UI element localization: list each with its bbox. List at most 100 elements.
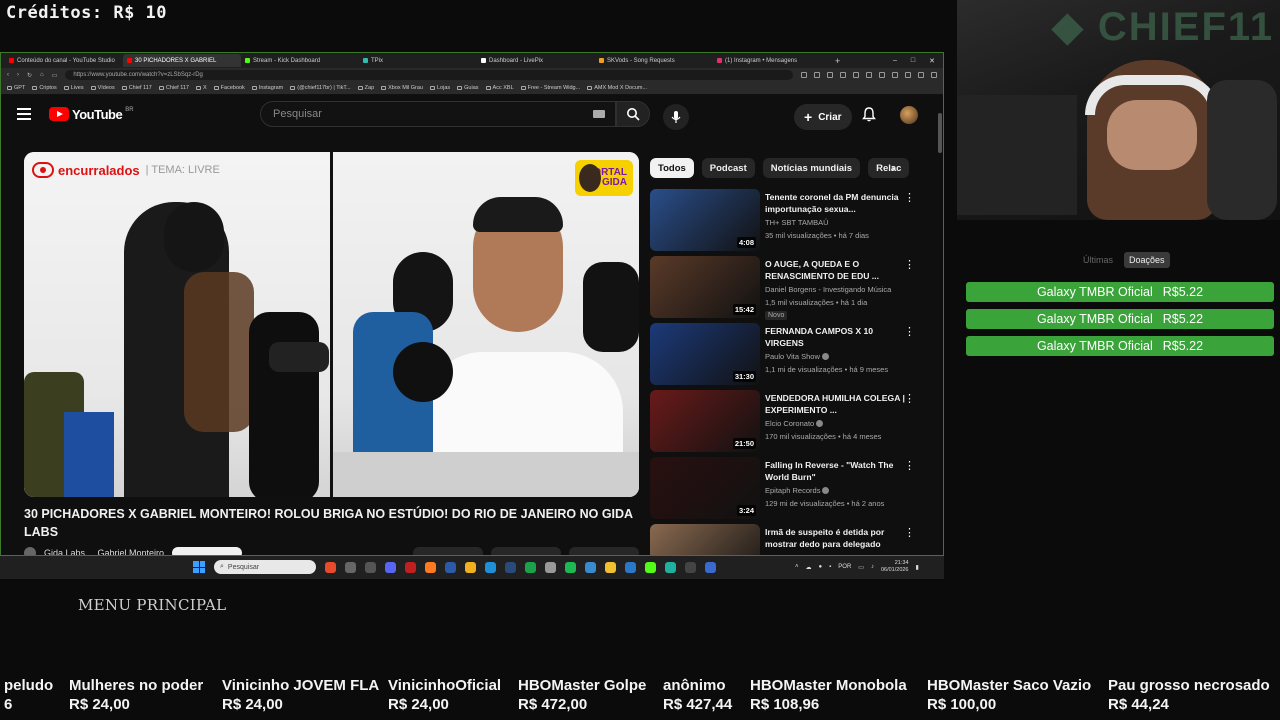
notifications-bell-icon[interactable]	[862, 107, 876, 125]
app-icon[interactable]	[705, 561, 716, 573]
more-options-icon[interactable]: ⋮	[904, 258, 915, 271]
more-options-icon[interactable]: ⋮	[904, 392, 915, 405]
task-view-icon[interactable]	[345, 561, 356, 573]
video-thumbnail[interactable]: 15:42	[650, 256, 760, 318]
spotify-icon[interactable]	[565, 561, 576, 573]
voice-search-button[interactable]	[663, 104, 689, 130]
steam-icon[interactable]	[505, 561, 516, 573]
recommendation-item[interactable]: Irmã de suspeito é detida por mostrar de…	[650, 524, 920, 555]
tab-ultimas[interactable]: Últimas	[1078, 252, 1118, 268]
recommendation-channel[interactable]: Elcio Coronato	[765, 419, 824, 428]
chevron-up-icon[interactable]: ˄	[795, 564, 799, 570]
app-icon[interactable]	[445, 561, 456, 573]
bookmark-item[interactable]: Xbox Mil Grau	[381, 85, 423, 91]
recommendation-item[interactable]: 15:42 O AUGE, A QUEDA E O RENASCIMENTO DE…	[650, 256, 920, 323]
like-button[interactable]	[413, 547, 483, 555]
app-icon[interactable]	[585, 561, 596, 573]
search-button[interactable]	[616, 101, 650, 127]
extension-icon[interactable]	[853, 72, 859, 78]
notification-icon[interactable]: ▮	[916, 564, 919, 571]
language-indicator[interactable]: POR	[838, 564, 851, 570]
extension-icon[interactable]	[918, 72, 924, 78]
recommendation-item[interactable]: 4:08 Tenente coronel da PM denuncia impor…	[650, 189, 920, 256]
youtube-logo[interactable]: YouTube BR	[49, 107, 134, 122]
more-options-icon[interactable]: ⋮	[904, 191, 915, 204]
video-thumbnail[interactable]	[650, 524, 760, 555]
recommendation-channel[interactable]: TH+ SBT TAMBAÚ	[765, 218, 829, 227]
browser-tab[interactable]: Dashboard - LivePix	[477, 54, 595, 67]
bookmark-item[interactable]: Free - Stream Widg...	[520, 85, 580, 91]
extension-icon[interactable]	[866, 72, 872, 78]
recommendation-channel[interactable]: Paulo Vita Show	[765, 352, 829, 361]
extension-icon[interactable]	[814, 72, 820, 78]
bookmark-icon[interactable]: ▭	[52, 72, 58, 79]
recommendation-item[interactable]: 31:30 FERNANDA CAMPOS X 10 VIRGENS Paulo V…	[650, 323, 920, 390]
recommendation-title[interactable]: FERNANDA CAMPOS X 10 VIRGENS	[765, 325, 905, 349]
app-icon[interactable]	[625, 561, 636, 573]
bookmark-item[interactable]: Guias	[457, 85, 479, 91]
app-icon[interactable]: ▪	[829, 564, 831, 570]
cloud-icon[interactable]: ☁	[806, 564, 812, 571]
extension-icon[interactable]	[801, 72, 807, 78]
extension-icon[interactable]	[879, 72, 885, 78]
clock[interactable]: 21:34 06/01/2026	[881, 560, 909, 574]
channel-name[interactable]: Gida Labs ... Gabriel Monteiro	[44, 548, 164, 555]
recommendation-title[interactable]: O AUGE, A QUEDA E O RENASCIMENTO DE EDU …	[765, 258, 905, 282]
bookmark-item[interactable]: Criptos	[32, 85, 57, 91]
page-scrollbar[interactable]	[938, 113, 942, 153]
taskbar-search[interactable]: ⌕ Pesquisar	[214, 560, 316, 574]
address-bar[interactable]: https://www.youtube.com/watch?v=zLSbSqz-…	[65, 70, 793, 80]
recommendation-title[interactable]: VENDEDORA HUMILHA COLEGA | EXPERIMENTO .…	[765, 392, 905, 416]
discord-icon[interactable]	[385, 561, 396, 573]
file-explorer-icon[interactable]	[605, 561, 616, 573]
maximize-icon[interactable]: □	[911, 57, 915, 65]
home-icon[interactable]: ⌂	[40, 72, 44, 78]
recommendation-title[interactable]: Falling In Reverse - "Watch The World Bu…	[765, 459, 905, 483]
channel-avatar[interactable]	[24, 547, 36, 555]
extension-icon[interactable]	[892, 72, 898, 78]
bookmark-item[interactable]: AMX Mod X Docum...	[587, 85, 647, 91]
recommendation-channel[interactable]: Daniel Borgens - Investigando Música	[765, 285, 891, 294]
account-avatar[interactable]	[900, 106, 918, 124]
bookmark-item[interactable]: X	[195, 85, 207, 91]
firefox-icon[interactable]	[425, 561, 436, 573]
app-icon[interactable]	[685, 561, 696, 573]
close-icon[interactable]: ✕	[929, 57, 935, 65]
minimize-icon[interactable]: –	[893, 57, 897, 65]
browser-tab[interactable]: SKVods - Song Requests	[595, 54, 713, 67]
recommendation-channel[interactable]: Epitaph Records	[765, 486, 830, 495]
extension-icon[interactable]	[840, 72, 846, 78]
app-icon[interactable]	[365, 561, 376, 573]
extension-icon[interactable]	[905, 72, 911, 78]
bookmark-item[interactable]: Chief 117	[158, 85, 189, 91]
app-icon[interactable]	[665, 561, 676, 573]
chip-todos[interactable]: Todos	[650, 158, 694, 178]
new-tab-icon[interactable]: +	[835, 56, 840, 66]
more-options-icon[interactable]: ⋮	[904, 459, 915, 472]
forward-icon[interactable]: ›	[17, 72, 19, 78]
video-player[interactable]: encurralados | TEMA: LIVRE PORTAL GIDA	[24, 152, 639, 497]
hamburger-menu-icon[interactable]	[17, 108, 31, 120]
video-thumbnail[interactable]: 4:08	[650, 189, 760, 251]
browser-tab[interactable]: Stream - Kick Dashboard	[241, 54, 359, 67]
bookmark-item[interactable]: Vídeos	[90, 85, 115, 91]
bookmark-item[interactable]: Acc XBL	[485, 85, 514, 91]
recommendation-item[interactable]: 3:24 Falling In Reverse - "Watch The Worl…	[650, 457, 920, 524]
windows-start-icon[interactable]	[193, 561, 205, 573]
kick-icon[interactable]	[645, 561, 656, 573]
video-thumbnail[interactable]: 3:24	[650, 457, 760, 519]
opera-icon[interactable]	[405, 561, 416, 573]
recommendation-title[interactable]: Tenente coronel da PM denuncia importuna…	[765, 191, 905, 215]
browser-tab[interactable]: TPix	[359, 54, 477, 67]
tab-doacoes[interactable]: Doações	[1124, 252, 1170, 268]
create-button[interactable]: + Criar	[794, 104, 852, 130]
extension-icon[interactable]	[827, 72, 833, 78]
xbox-icon[interactable]	[525, 561, 536, 573]
browser-tab[interactable]: (1) Instagram • Mensagens	[713, 54, 831, 67]
search-input[interactable]: Pesquisar	[260, 101, 616, 127]
keyboard-icon[interactable]	[593, 110, 605, 118]
network-icon[interactable]: ▭	[858, 564, 864, 571]
more-options-icon[interactable]: ⋮	[904, 526, 915, 539]
edge-icon[interactable]	[485, 561, 496, 573]
subscribe-button[interactable]	[172, 547, 243, 555]
